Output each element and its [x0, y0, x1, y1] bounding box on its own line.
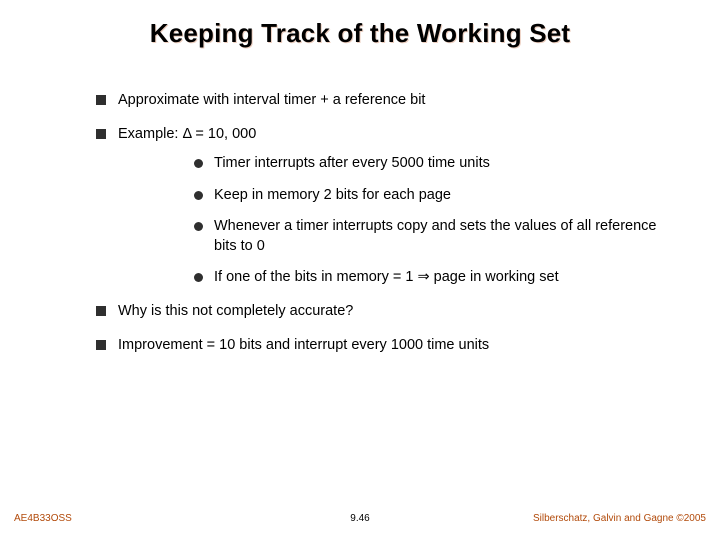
footer-copyright: Silberschatz, Galvin and Gagne ©2005 [533, 513, 706, 524]
bullet-level1: Example: Δ = 10, 000 Timer interrupts af… [96, 125, 690, 288]
sub-bullet-group: Timer interrupts after every 5000 time u… [118, 154, 690, 288]
slide-footer: AE4B33OSS 9.46 Silberschatz, Galvin and … [0, 506, 720, 524]
footer-course-code: AE4B33OSS [14, 513, 72, 524]
bullet-level1: Approximate with interval timer + a refe… [96, 91, 690, 111]
bullet-level2: Timer interrupts after every 5000 time u… [194, 154, 674, 174]
bullet-text: Example: Δ = 10, 000 [118, 126, 256, 142]
bullet-level2: If one of the bits in memory = 1 ⇒ page … [194, 268, 674, 288]
slide-title: Keeping Track of the Working Set [0, 0, 720, 57]
bullet-level1: Improvement = 10 bits and interrupt ever… [96, 336, 690, 356]
bullet-level1: Why is this not completely accurate? [96, 302, 690, 322]
slide-body: Approximate with interval timer + a refe… [0, 57, 720, 355]
footer-page-number: 9.46 [350, 513, 369, 524]
bullet-level2: Whenever a timer interrupts copy and set… [194, 217, 674, 256]
bullet-level2: Keep in memory 2 bits for each page [194, 186, 674, 206]
